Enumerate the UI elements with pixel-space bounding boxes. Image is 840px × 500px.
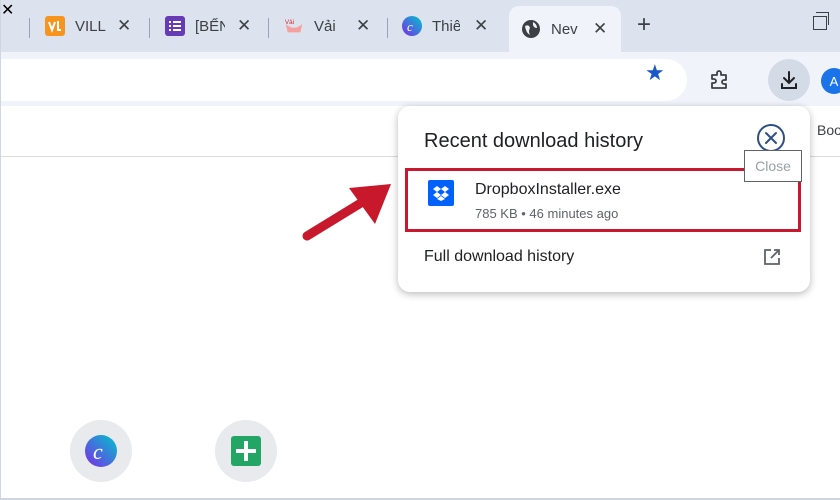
close-icon: [765, 132, 777, 144]
tab-separator: [149, 18, 150, 38]
address-bar[interactable]: [1, 59, 687, 101]
shortcut-sheets[interactable]: [215, 420, 277, 482]
canva-icon: c: [85, 435, 117, 467]
extensions-puzzle-icon[interactable]: [708, 67, 732, 91]
svg-text:c: c: [407, 19, 413, 34]
shortcut-canva[interactable]: c: [70, 420, 132, 482]
avatar-letter: A: [829, 73, 839, 89]
svg-text:c: c: [93, 439, 103, 464]
tab-new-tab-active[interactable]: Nev ✕: [509, 6, 621, 52]
tab-vill[interactable]: VILL ✕: [45, 6, 145, 46]
tab-title: [BẾN: [195, 17, 225, 35]
full-download-history-link[interactable]: Full download history: [424, 248, 574, 266]
close-tab-icon[interactable]: ✕: [474, 16, 488, 36]
vilt-logo-icon: [45, 16, 65, 36]
close-tab-icon[interactable]: ✕: [593, 19, 607, 39]
green-plus-icon: [231, 436, 261, 466]
tab-ben[interactable]: [BẾN ✕: [165, 6, 265, 46]
globe-icon: [521, 19, 541, 39]
tab-separator: [29, 18, 30, 38]
popup-title: Recent download history: [424, 130, 644, 152]
close-tooltip: Close: [744, 150, 802, 182]
tab-title: Vải: [314, 17, 336, 35]
download-icon: [781, 71, 797, 89]
tab-title: Thiê: [432, 17, 460, 35]
close-tab-icon[interactable]: ✕: [117, 16, 131, 36]
shop-icon: Vải: [284, 16, 304, 36]
open-external-icon[interactable]: [762, 247, 782, 267]
tab-vai[interactable]: Vải Vải ✕: [284, 6, 384, 46]
close-tab-icon[interactable]: ✕: [356, 16, 370, 36]
profile-avatar[interactable]: A: [821, 68, 840, 94]
tab-strip: ✕ VILL ✕ [BẾN ✕ Vải Vải ✕ c Thiê ✕ Nev ✕…: [1, 0, 840, 52]
close-tab-icon[interactable]: ✕: [237, 16, 251, 36]
close-tab-icon[interactable]: ✕: [1, 2, 14, 19]
tab-title: Nev: [551, 20, 578, 38]
bookmark-star-icon[interactable]: ★: [645, 62, 665, 84]
browser-toolbar: ★ A: [1, 52, 840, 106]
tab-separator: [268, 18, 269, 38]
tab-title: VILL: [75, 17, 106, 35]
tab-thie[interactable]: c Thiê ✕: [402, 6, 502, 46]
canva-icon: c: [402, 16, 422, 36]
bookmarks-label[interactable]: Boo: [817, 122, 840, 138]
close-button[interactable]: [757, 124, 785, 152]
tab-separator: [387, 18, 388, 38]
new-tab-plus-icon[interactable]: +: [637, 13, 651, 37]
list-icon: [165, 16, 185, 36]
svg-text:Vải: Vải: [285, 19, 294, 26]
restore-window-icon[interactable]: [813, 12, 829, 30]
red-highlight-box: [405, 168, 801, 232]
red-arrow-annotation: [302, 184, 391, 241]
tooltip-text: Close: [755, 158, 791, 174]
downloads-button[interactable]: [768, 59, 810, 101]
